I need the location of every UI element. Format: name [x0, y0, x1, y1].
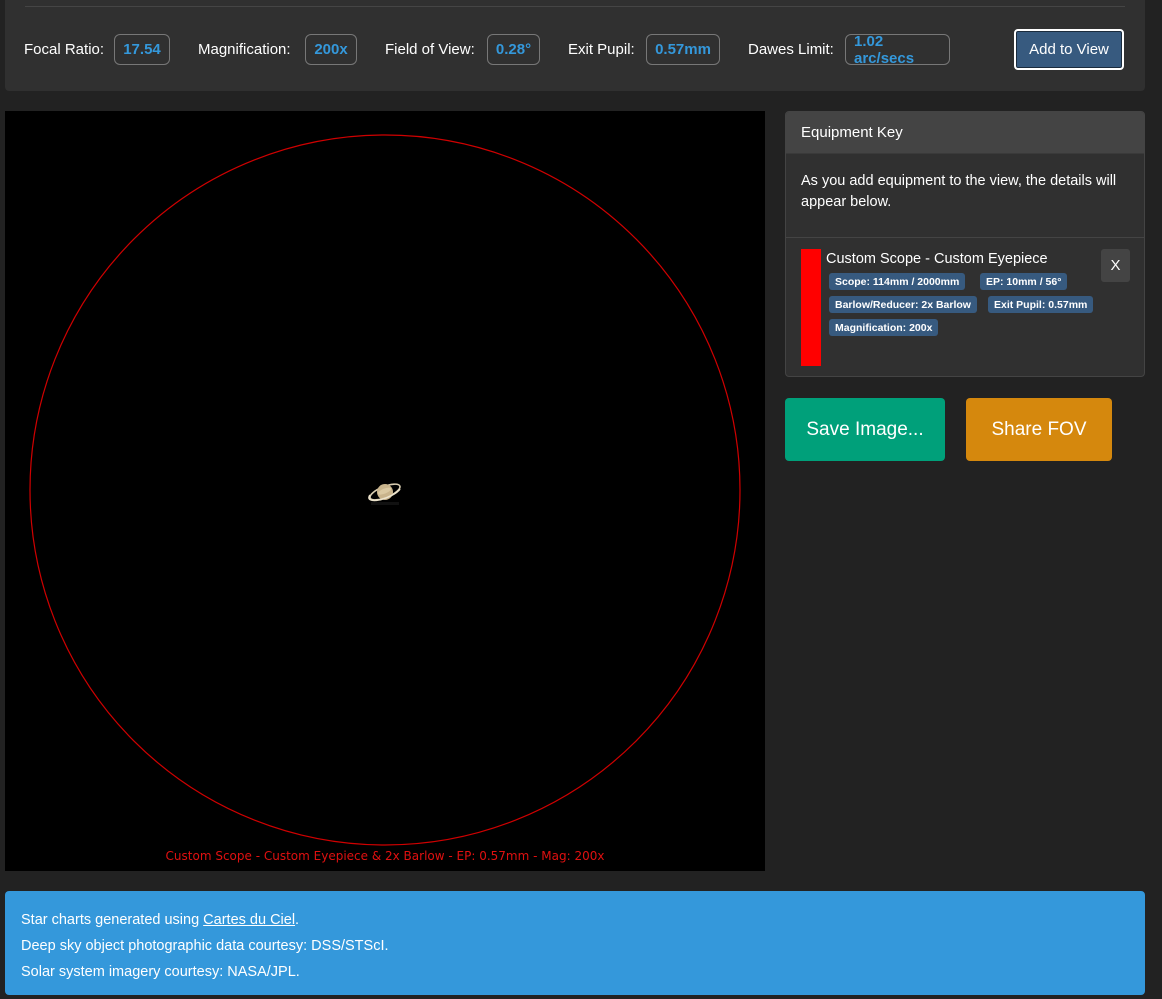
divider — [25, 6, 1125, 7]
equipment-entry: Custom Scope - Custom Eyepiece Scope: 11… — [786, 238, 1144, 376]
credits-line-1-prefix: Star charts generated using — [21, 912, 204, 928]
save-image-button[interactable]: Save Image... — [785, 398, 945, 461]
exit-pupil-badge: Exit Pupil: 0.57mm — [988, 296, 1094, 313]
fov-view: Custom Scope - Custom Eyepiece & 2x Barl… — [5, 111, 765, 871]
equipment-key-description: As you add equipment to the view, the de… — [786, 154, 1144, 238]
eyepiece-badge: EP: 10mm / 56° — [980, 273, 1068, 290]
field-of-view-value: 0.28° — [487, 34, 540, 65]
credits-line-2: Deep sky object photographic data courte… — [21, 938, 389, 954]
dawes-limit-value: 1.02 arc/secs — [845, 33, 950, 67]
magnification-label: Magnification: — [198, 41, 291, 58]
fov-svg — [29, 134, 741, 846]
exit-pupil-value: 0.57mm — [646, 34, 720, 65]
credits-line-1: Star charts generated using Cartes du Ci… — [21, 907, 1129, 933]
remove-equipment-button[interactable]: X — [1101, 249, 1130, 282]
field-of-view-label: Field of View: — [385, 41, 475, 58]
barlow-badge: Barlow/Reducer: 2x Barlow — [829, 296, 977, 313]
add-to-view-button[interactable]: Add to View — [1014, 29, 1124, 70]
magnification-badge: Magnification: 200x — [829, 319, 939, 336]
saturn-icon — [368, 483, 401, 505]
cartes-du-ciel-link[interactable]: Cartes du Ciel — [203, 912, 295, 928]
focal-ratio-value: 17.54 — [114, 34, 170, 65]
focal-ratio-label: Focal Ratio: — [24, 41, 105, 58]
equipment-key-card: Equipment Key As you add equipment to th… — [785, 111, 1145, 377]
scope-badge: Scope: 114mm / 2000mm — [829, 273, 966, 290]
dawes-limit-label: Dawes Limit: — [748, 41, 834, 58]
share-fov-button[interactable]: Share FOV — [966, 398, 1112, 461]
magnification-value: 200x — [305, 34, 357, 65]
credits-panel: Star charts generated using Cartes du Ci… — [5, 891, 1145, 995]
credits-line-1-suffix: . — [295, 912, 300, 928]
equipment-color-swatch — [801, 249, 821, 366]
fov-caption: Custom Scope - Custom Eyepiece & 2x Barl… — [165, 849, 605, 863]
equipment-key-header: Equipment Key — [786, 112, 1144, 154]
credits-line-3: Solar system imagery courtesy: NASA/JPL. — [21, 964, 300, 980]
exit-pupil-label: Exit Pupil: — [568, 41, 635, 58]
stats-panel: Focal Ratio: 17.54 Magnification: 200x F… — [5, 0, 1145, 91]
equipment-entry-title: Custom Scope - Custom Eyepiece — [826, 251, 1048, 267]
